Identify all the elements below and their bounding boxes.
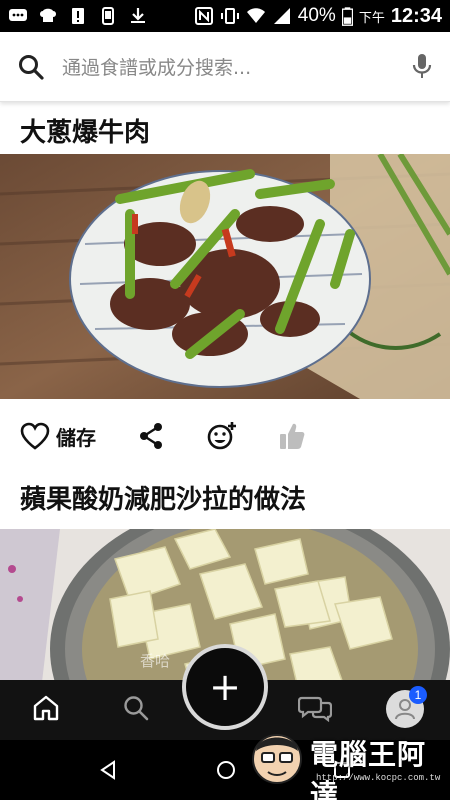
vibrate-icon <box>220 8 239 24</box>
watermark-url: http://www.kocpc.com.tw <box>316 773 441 783</box>
microphone-icon[interactable] <box>412 53 432 81</box>
notification-badge: 1 <box>409 686 427 704</box>
recipe-photo[interactable] <box>0 154 450 399</box>
chat-bubble-icon <box>9 9 27 21</box>
save-label: 儲存 <box>56 425 96 450</box>
save-button[interactable]: 儲存 <box>20 422 96 451</box>
add-recipe-button[interactable]: + <box>182 644 268 730</box>
time-ampm: 下午 <box>358 9 385 25</box>
chat-icon[interactable] <box>298 694 332 722</box>
phone-icon <box>102 7 114 25</box>
recipe-feed[interactable]: 大蔥爆牛肉 儲存 蘋果酸奶減肥沙拉的做法 <box>0 102 450 680</box>
photo-watermark: 香哈 <box>140 652 171 670</box>
share-button[interactable] <box>138 422 164 450</box>
thumbs-up-icon <box>280 423 305 449</box>
emoji-add-icon <box>207 422 236 450</box>
alert-icon <box>72 8 84 24</box>
mascot-logo-icon <box>252 734 302 784</box>
chef-hat-icon <box>40 8 56 22</box>
battery-icon <box>341 6 353 26</box>
recipe-title[interactable]: 蘋果酸奶減肥沙拉的做法 <box>0 473 450 529</box>
home-icon[interactable] <box>32 694 60 722</box>
search-bar[interactable]: 通過食譜或成分搜索... <box>0 32 450 102</box>
clock: 12:34 <box>390 4 442 27</box>
home-circle-icon[interactable] <box>216 760 236 780</box>
search-icon[interactable] <box>18 54 44 80</box>
site-watermark: 電腦王阿達 http://www.kocpc.com.tw <box>248 725 448 800</box>
like-button[interactable] <box>278 421 306 451</box>
watermark-brand: 電腦王阿達 <box>310 738 427 800</box>
signal-icon <box>273 8 290 24</box>
nfc-icon <box>194 7 213 25</box>
beef-scallion-photo <box>0 154 450 399</box>
add-reaction-button[interactable] <box>206 421 238 451</box>
search-input[interactable]: 通過食譜或成分搜索... <box>62 53 412 80</box>
battery-percent: 40% <box>297 5 336 26</box>
wifi-icon <box>246 8 265 23</box>
plus-icon: + <box>209 665 241 709</box>
recipe-actions: 儲存 <box>0 399 450 473</box>
download-icon <box>131 8 145 23</box>
back-icon[interactable] <box>98 760 118 780</box>
recipe-title[interactable]: 大蔥爆牛肉 <box>0 102 450 154</box>
search-icon[interactable] <box>122 694 150 722</box>
status-bar: 40% 下午 12:34 <box>0 0 450 32</box>
share-icon <box>140 423 162 449</box>
heart-icon <box>20 422 50 450</box>
